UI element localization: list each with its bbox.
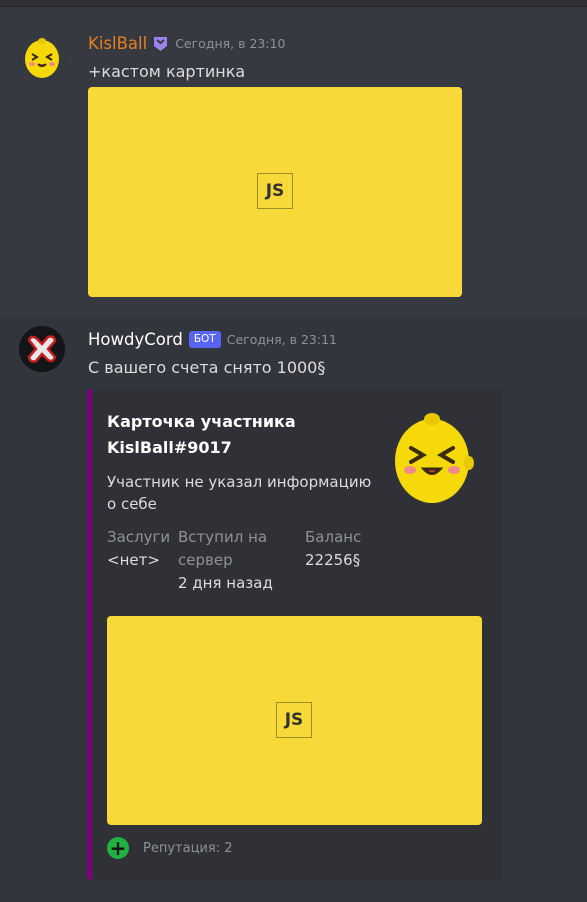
message-text: +кастом картинка <box>88 62 246 81</box>
username[interactable]: KislBall <box>88 34 147 53</box>
embed-description-line: о себе <box>107 495 157 513</box>
message-header: KislBall Сегодня, в 23:10 <box>88 34 285 53</box>
message-kislball: KislBall Сегодня, в 23:10 +кастом картин… <box>0 28 587 308</box>
field-name: Баланс <box>305 528 362 546</box>
attached-image[interactable]: JS <box>88 87 462 297</box>
field-name: сервер <box>178 551 233 569</box>
x-logo-icon <box>19 326 65 372</box>
embed-description-line: Участник не указал информацию <box>107 473 372 491</box>
embed-title-line: KislBall#9017 <box>107 438 232 457</box>
username[interactable]: HowdyCord <box>88 330 183 349</box>
avatar-howdycord[interactable] <box>19 326 65 372</box>
embed-card: Карточка участника KislBall#9017 Участни… <box>87 389 502 880</box>
embed-field-balance: Баланс 22256§ <box>305 526 425 572</box>
field-name: Вступил на <box>178 528 268 546</box>
embed-field-joined: Вступил на сервер 2 дня назад <box>178 526 303 595</box>
embed-color-bar <box>87 389 92 880</box>
embed-title-line: Карточка участника <box>107 412 296 431</box>
js-logo-label: JS <box>257 173 293 209</box>
avatar-kislball[interactable] <box>19 34 65 80</box>
lemon-avatar-icon <box>19 34 65 80</box>
embed-footer: + Репутация: 2 <box>107 837 232 859</box>
embed-image[interactable]: JS <box>107 616 482 825</box>
field-value: <нет> <box>107 551 160 569</box>
bot-tag: БОТ <box>188 331 221 348</box>
lemon-thumbnail-icon <box>395 413 474 503</box>
js-logo-label: JS <box>276 702 312 738</box>
embed-title: Карточка участника KislBall#9017 <box>107 409 296 461</box>
nitro-badge-icon[interactable] <box>152 35 169 52</box>
embed-thumbnail[interactable] <box>383 403 481 511</box>
top-divider <box>0 0 587 7</box>
field-name: Заслуги <box>107 528 171 546</box>
message-text: С вашего счета снято 1000§ <box>88 358 326 377</box>
timestamp: Сегодня, в 23:10 <box>175 36 286 51</box>
embed-field-merits: Заслуги <нет> <box>107 526 177 572</box>
field-value: 22256§ <box>305 551 361 569</box>
footer-text: Репутация: 2 <box>143 840 233 856</box>
message-header: HowdyCord БОТ Сегодня, в 23:11 <box>88 330 337 349</box>
embed-description: Участник не указал информацию о себе <box>107 471 387 515</box>
timestamp: Сегодня, в 23:11 <box>226 332 337 347</box>
field-value: 2 дня назад <box>178 574 273 592</box>
message-howdycord: HowdyCord БОТ Сегодня, в 23:11 С вашего … <box>0 318 587 902</box>
plus-circle-icon: + <box>107 837 129 859</box>
